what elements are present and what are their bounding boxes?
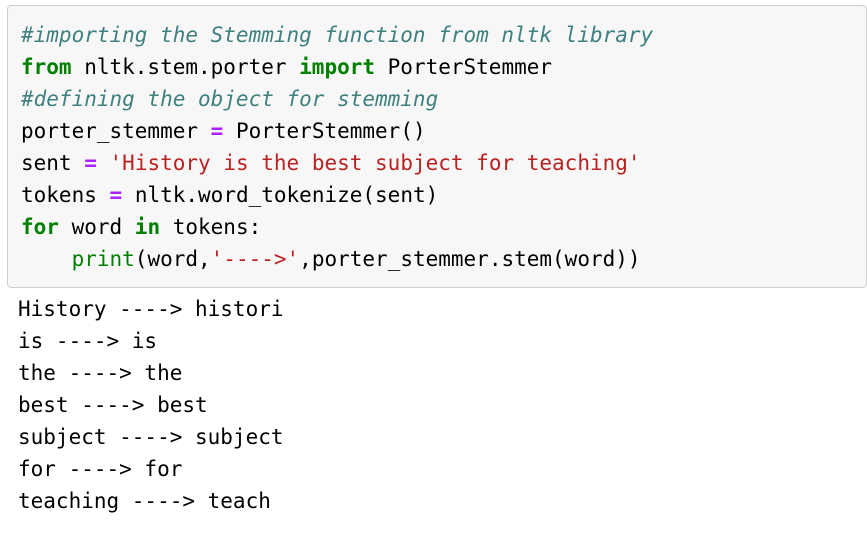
code-line: tokens = nltk.word_tokenize(sent): [8, 179, 866, 211]
output-line: subject ----> subject: [18, 425, 284, 449]
output-line: teaching ----> teach: [18, 489, 271, 513]
code-token-plain: word: [58, 215, 135, 239]
code-token-keyword: from: [21, 55, 72, 79]
output-line: best ----> best: [18, 393, 208, 417]
code-token-builtin: print: [71, 247, 135, 271]
code-token-string: '---->': [210, 247, 300, 271]
code-token-plain: PorterStemmer(): [223, 119, 426, 143]
code-output-area: History ----> histori is ----> is the ----…: [0, 293, 867, 517]
code-token-plain: nltk.word_tokenize(sent): [122, 183, 439, 207]
code-token-plain: tokens:: [160, 215, 262, 239]
code-token-plain: ,porter_stemmer.stem(word)): [299, 247, 641, 271]
output-line: is ----> is: [18, 329, 158, 353]
code-token-plain: PorterStemmer: [375, 55, 553, 79]
code-token-plain: (word,: [134, 247, 211, 271]
code-line: #defining the object for stemming: [8, 83, 866, 115]
output-line: the ----> the: [18, 361, 183, 385]
code-line: porter_stemmer = PorterStemmer(): [8, 115, 866, 147]
code-token-operator: =: [109, 183, 123, 207]
code-editor[interactable]: #importing the Stemming function from nl…: [7, 5, 867, 288]
code-token-plain: nltk.stem.porter: [71, 55, 300, 79]
code-token-keyword: for: [21, 215, 59, 239]
code-token-operator: =: [84, 151, 97, 175]
notebook-code-cell[interactable]: #importing the Stemming function from nl…: [7, 5, 867, 288]
code-token-comment: #defining the object for stemming: [21, 87, 439, 111]
code-token-plain: tokens: [21, 183, 110, 207]
code-line: for word in tokens:: [8, 211, 866, 243]
output-line: for ----> for: [18, 457, 183, 481]
code-token-operator: =: [210, 119, 224, 143]
code-line: from nltk.stem.porter import PorterStemm…: [8, 51, 866, 83]
output-line: History ----> histori: [18, 297, 284, 321]
code-line: #importing the Stemming function from nl…: [8, 19, 866, 51]
code-token-keyword: in: [134, 215, 161, 239]
code-token-comment: #importing the Stemming function from nl…: [21, 23, 654, 47]
code-token-string: 'History is the best subject for teachin…: [109, 151, 641, 175]
code-token-plain: porter_stemmer: [21, 119, 211, 143]
code-line: print(word,'---->',porter_stemmer.stem(w…: [8, 243, 866, 275]
code-token-keyword: import: [299, 55, 376, 79]
code-line: sent = 'History is the best subject for …: [8, 147, 866, 179]
code-token-plain: sent: [21, 151, 85, 175]
